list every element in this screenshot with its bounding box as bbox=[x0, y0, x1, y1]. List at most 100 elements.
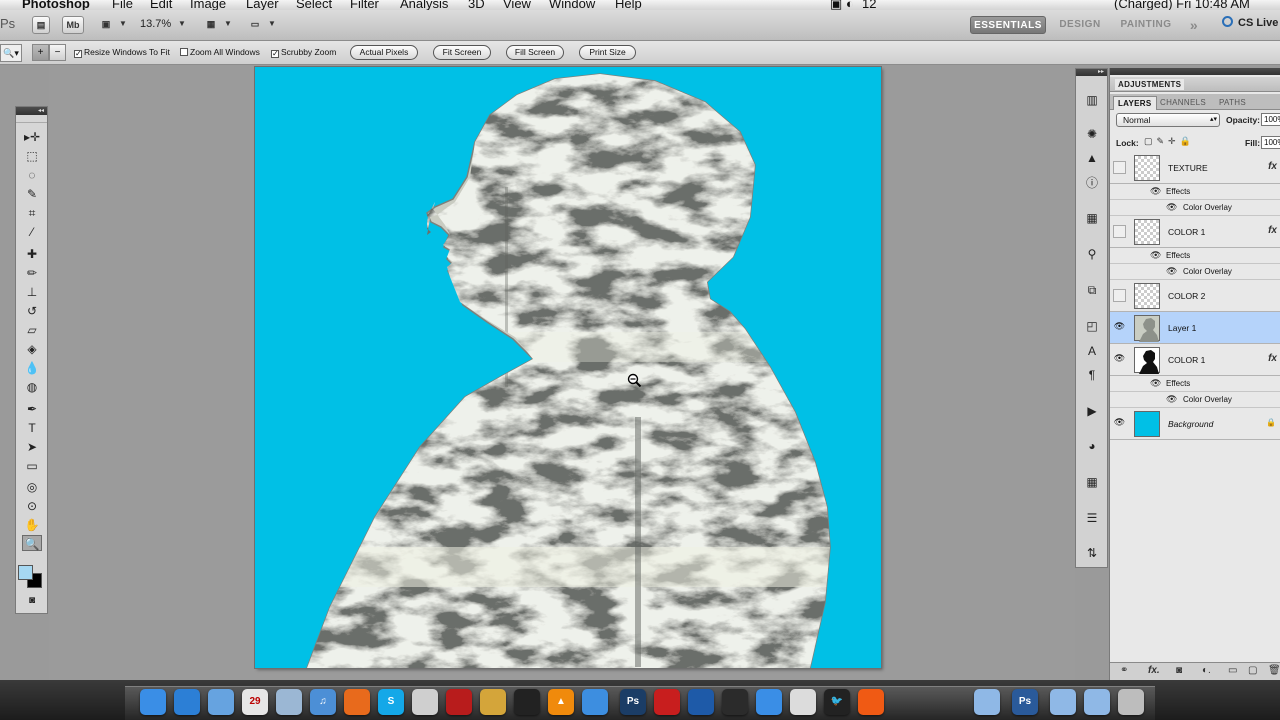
quick-mask-icon[interactable]: ◙ bbox=[22, 593, 42, 609]
eye-icon[interactable]: 👁 bbox=[1166, 202, 1177, 213]
effects-row[interactable]: 👁 Effects bbox=[1110, 248, 1280, 264]
menu-edit[interactable]: Edit bbox=[150, 0, 172, 10]
fill-input[interactable]: 100% bbox=[1261, 136, 1280, 149]
layer-name[interactable]: TEXTURE bbox=[1168, 163, 1208, 173]
photoshop-doc-icon[interactable]: Ps bbox=[1012, 689, 1038, 715]
photoshop-icon[interactable]: Ps bbox=[620, 689, 646, 715]
menu-window[interactable]: Window bbox=[549, 0, 595, 10]
eye-icon[interactable]: 👁 bbox=[1113, 321, 1126, 334]
cs-live-button[interactable]: CS Live bbox=[1222, 16, 1278, 29]
downloads-icon[interactable] bbox=[1084, 689, 1110, 715]
itunes-icon[interactable]: ♫ bbox=[310, 689, 336, 715]
fit-screen-button[interactable]: Fit Screen bbox=[433, 45, 491, 60]
eye-icon[interactable]: 👁 bbox=[1166, 394, 1177, 405]
view-extras-icon[interactable]: ▣ bbox=[96, 16, 116, 34]
histogram-panel-icon[interactable]: ▲ bbox=[1083, 149, 1101, 167]
brush-panel-icon[interactable]: ⚲ bbox=[1083, 245, 1101, 263]
tool-preset-picker[interactable]: 🔍▾ bbox=[0, 44, 22, 62]
visibility-toggle[interactable] bbox=[1113, 225, 1126, 238]
layer-row[interactable]: 👁 COLOR 1 fx bbox=[1110, 344, 1280, 376]
layer-row[interactable]: 👁 Layer 1 bbox=[1110, 312, 1280, 344]
layer-style-icon[interactable]: fx. bbox=[1148, 665, 1160, 676]
layer-name[interactable]: COLOR 1 bbox=[1168, 227, 1205, 237]
calendar-icon[interactable]: 29 bbox=[242, 689, 268, 715]
trash-icon[interactable]: 🗑 bbox=[1268, 665, 1280, 676]
print-size-button[interactable]: Print Size bbox=[579, 45, 636, 60]
tab-paths[interactable]: PATHS bbox=[1215, 96, 1250, 110]
layer-name[interactable]: COLOR 1 bbox=[1168, 355, 1205, 365]
fx-icon[interactable]: fx bbox=[1268, 161, 1277, 172]
marquee-tool-icon[interactable]: ⬚ bbox=[22, 148, 42, 164]
zoom-out-icon[interactable]: − bbox=[49, 44, 66, 61]
new-group-icon[interactable]: ▭ bbox=[1228, 665, 1237, 676]
lasso-tool-icon[interactable]: ◌ bbox=[22, 167, 42, 183]
acrobat-icon[interactable] bbox=[654, 689, 680, 715]
zoom-level[interactable]: 13.7% bbox=[140, 18, 171, 30]
document-canvas[interactable] bbox=[255, 67, 881, 668]
menu-help[interactable]: Help bbox=[615, 0, 642, 10]
clone-source-panel-icon[interactable]: ⧉ bbox=[1083, 281, 1101, 299]
quick-select-tool-icon[interactable]: ✎ bbox=[22, 186, 42, 202]
lock-options-icon[interactable]: ▢✎✛🔒 bbox=[1144, 136, 1195, 147]
safari-icon[interactable] bbox=[174, 689, 200, 715]
trash-icon[interactable] bbox=[1118, 689, 1144, 715]
quicktime-icon[interactable] bbox=[688, 689, 714, 715]
add-mask-icon[interactable]: ◙ bbox=[1176, 665, 1182, 676]
clone-stamp-tool-icon[interactable]: ⊥ bbox=[22, 284, 42, 300]
zoom-tool-icon[interactable]: 🔍 bbox=[22, 535, 42, 551]
tab-layers[interactable]: LAYERS bbox=[1113, 96, 1157, 110]
firefox-icon[interactable] bbox=[344, 689, 370, 715]
animation-panel-icon[interactable]: ◰ bbox=[1083, 317, 1101, 335]
menu-image[interactable]: Image bbox=[190, 0, 226, 10]
skype-icon[interactable]: S bbox=[378, 689, 404, 715]
textedit-icon[interactable] bbox=[790, 689, 816, 715]
chevron-down-icon[interactable]: ▼ bbox=[268, 19, 276, 28]
layer-thumbnail[interactable] bbox=[1134, 283, 1160, 309]
swatches-panel-icon[interactable]: ◕ bbox=[1083, 437, 1101, 455]
folder-icon[interactable] bbox=[1050, 689, 1076, 715]
layer-row[interactable]: 👁 Background 🔒 bbox=[1110, 408, 1280, 440]
blur-tool-icon[interactable]: 💧 bbox=[22, 360, 42, 376]
eraser-tool-icon[interactable]: ▱ bbox=[22, 322, 42, 338]
hand-tool-icon[interactable]: ✋ bbox=[22, 517, 42, 533]
tab-channels[interactable]: CHANNELS bbox=[1156, 96, 1210, 110]
folder-icon[interactable] bbox=[974, 689, 1000, 715]
screenflow-icon[interactable] bbox=[722, 689, 748, 715]
type-tool-icon[interactable]: T bbox=[22, 420, 42, 436]
screen-mode-icon[interactable]: ▭ bbox=[245, 16, 265, 34]
fx-icon[interactable]: fx bbox=[1268, 353, 1277, 364]
effects-row[interactable]: 👁 Effects bbox=[1110, 376, 1280, 392]
menu-file[interactable]: File bbox=[112, 0, 133, 10]
layer-row[interactable]: COLOR 1 fx bbox=[1110, 216, 1280, 248]
zoom-in-icon[interactable]: + bbox=[32, 44, 49, 61]
3d-orbit-tool-icon[interactable]: ⊙ bbox=[22, 498, 42, 514]
menu-layer[interactable]: Layer bbox=[246, 0, 279, 10]
layer-name[interactable]: Background bbox=[1168, 419, 1213, 429]
effects-row[interactable]: 👁 Effects bbox=[1110, 184, 1280, 200]
dropbox-icon[interactable] bbox=[582, 689, 608, 715]
paragraph-panel-icon[interactable]: ¶ bbox=[1083, 366, 1101, 384]
menubar-extras-icon[interactable]: ▣ ◐ bbox=[830, 0, 854, 10]
layer-thumbnail[interactable] bbox=[1134, 347, 1160, 374]
collapse-icon[interactable]: ◂◂ bbox=[16, 107, 47, 115]
color-overlay-row[interactable]: 👁 Color Overlay bbox=[1110, 200, 1280, 216]
stickies-icon[interactable] bbox=[412, 689, 438, 715]
twitter-icon[interactable]: 🐦 bbox=[824, 689, 850, 715]
pen-tool-icon[interactable]: ✒ bbox=[22, 401, 42, 417]
flash-icon[interactable] bbox=[446, 689, 472, 715]
mini-bridge-button[interactable]: Mb bbox=[62, 16, 84, 34]
chevron-down-icon[interactable]: ▼ bbox=[119, 19, 127, 28]
layer-thumbnail[interactable] bbox=[1134, 155, 1160, 181]
3d-rotate-tool-icon[interactable]: ◎ bbox=[22, 479, 42, 495]
menu-filter[interactable]: Filter bbox=[350, 0, 379, 10]
fx-icon[interactable]: fx bbox=[1268, 225, 1277, 236]
illustrator-icon[interactable] bbox=[480, 689, 506, 715]
eyedropper-tool-icon[interactable]: ⁄ bbox=[22, 224, 42, 240]
bridge-icon[interactable]: ▤ bbox=[32, 16, 50, 34]
masks-panel-icon[interactable]: ☰ bbox=[1083, 509, 1101, 527]
actions-panel-icon[interactable]: ▶ bbox=[1083, 402, 1101, 420]
expand-icon[interactable]: ▸▸ bbox=[1076, 69, 1107, 76]
color-overlay-row[interactable]: 👁 Color Overlay bbox=[1110, 392, 1280, 408]
eye-icon[interactable]: 👁 bbox=[1113, 417, 1126, 430]
resize-windows-checkbox[interactable]: ✓ Resize Windows To Fit bbox=[74, 47, 170, 58]
